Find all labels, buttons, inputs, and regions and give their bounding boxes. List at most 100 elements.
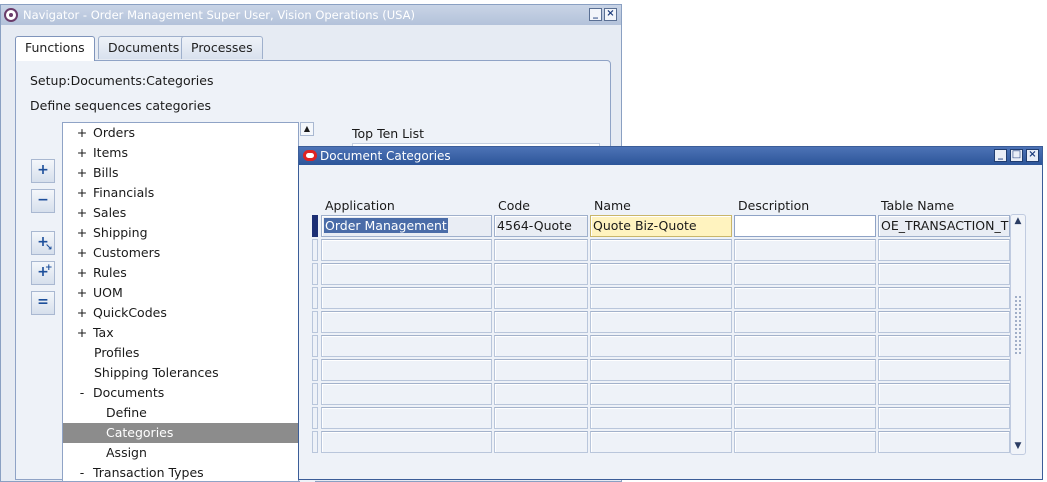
collapse-button[interactable]: − [31, 189, 55, 213]
tree-item-documents[interactable]: - Documents [63, 383, 298, 403]
description-field[interactable] [734, 239, 876, 261]
name-field[interactable] [590, 263, 732, 285]
record-indicator[interactable] [312, 383, 318, 405]
table-name-field[interactable] [878, 431, 1010, 453]
record-indicator[interactable] [312, 407, 318, 429]
code-field[interactable] [494, 407, 588, 429]
description-field[interactable] [734, 431, 876, 453]
grid-scrollbar[interactable]: ▲ ▼ [1010, 214, 1026, 455]
tree-item-uom[interactable]: + UOM [63, 283, 298, 303]
scroll-up-arrow-icon[interactable]: ▲ [1013, 216, 1023, 226]
application-field[interactable] [321, 263, 492, 285]
code-field[interactable] [494, 431, 588, 453]
application-field[interactable] [321, 335, 492, 357]
code-field[interactable] [494, 263, 588, 285]
table-name-field[interactable] [878, 383, 1010, 405]
record-indicator[interactable] [312, 335, 318, 357]
minimize-icon[interactable]: _ [994, 149, 1007, 162]
tree-item-rules[interactable]: + Rules [63, 263, 298, 283]
tree-item-profiles[interactable]: Profiles [63, 343, 298, 363]
expand-all-button[interactable]: + + [31, 261, 55, 285]
tree-item-orders[interactable]: + Orders [63, 123, 298, 143]
maximize-icon[interactable]: □ [1010, 149, 1023, 162]
description-field[interactable] [734, 359, 876, 381]
tree-item-financials[interactable]: + Financials [63, 183, 298, 203]
oracle-apps-logo-icon [4, 8, 18, 22]
application-field[interactable] [321, 383, 492, 405]
tree-item-quickcodes[interactable]: + QuickCodes [63, 303, 298, 323]
record-indicator[interactable] [312, 263, 318, 285]
close-icon[interactable]: × [1026, 149, 1039, 162]
tree-item-transaction-types[interactable]: - Transaction Types [63, 463, 298, 481]
record-indicator[interactable] [312, 239, 318, 261]
tree-item-customers[interactable]: + Customers [63, 243, 298, 263]
tree-item-assign[interactable]: Assign [63, 443, 298, 463]
scroll-up-arrow-icon[interactable]: ▲ [300, 122, 314, 136]
description-field[interactable] [734, 383, 876, 405]
application-field[interactable] [321, 287, 492, 309]
name-field[interactable] [590, 359, 732, 381]
name-field[interactable] [590, 311, 732, 333]
expand-branch-button[interactable]: + ↘ [31, 231, 55, 255]
record-indicator[interactable] [312, 431, 318, 453]
table-name-field[interactable] [878, 263, 1010, 285]
tab-functions[interactable]: Functions [15, 36, 95, 61]
application-field[interactable] [321, 431, 492, 453]
scroll-down-arrow-icon[interactable]: ▼ [1013, 441, 1023, 451]
description-field[interactable] [734, 215, 876, 237]
name-field[interactable] [590, 431, 732, 453]
tree-item-define[interactable]: Define [63, 403, 298, 423]
description-field[interactable] [734, 335, 876, 357]
description-field[interactable] [734, 311, 876, 333]
description-field[interactable] [734, 287, 876, 309]
name-field[interactable] [590, 335, 732, 357]
tree-item-bills[interactable]: + Bills [63, 163, 298, 183]
record-indicator[interactable] [312, 359, 318, 381]
name-field[interactable] [590, 239, 732, 261]
navigator-title-bar[interactable]: Navigator - Order Management Super User,… [1, 5, 621, 25]
name-field[interactable]: Quote Biz-Quote [590, 215, 732, 237]
tree-item-tax[interactable]: + Tax [63, 323, 298, 343]
document-categories-title-bar[interactable]: Document Categories _ □ × [299, 147, 1042, 165]
application-field[interactable] [321, 311, 492, 333]
table-name-field[interactable]: OE_TRANSACTION_T [878, 215, 1010, 237]
description-field[interactable] [734, 407, 876, 429]
table-name-field[interactable] [878, 359, 1010, 381]
code-field[interactable] [494, 359, 588, 381]
code-field[interactable] [494, 239, 588, 261]
code-field[interactable]: 4564-Quote [494, 215, 588, 237]
table-name-field[interactable] [878, 239, 1010, 261]
code-field[interactable] [494, 335, 588, 357]
tree-item-sales[interactable]: + Sales [63, 203, 298, 223]
tree-item-shipping-tolerances[interactable]: Shipping Tolerances [63, 363, 298, 383]
close-icon[interactable]: × [604, 8, 617, 21]
application-field[interactable] [321, 407, 492, 429]
application-field[interactable] [321, 239, 492, 261]
code-field[interactable] [494, 383, 588, 405]
tree-item-categories[interactable]: Categories [63, 423, 298, 443]
record-indicator[interactable] [312, 287, 318, 309]
name-field[interactable] [590, 383, 732, 405]
table-name-field[interactable] [878, 287, 1010, 309]
scrollbar-grip[interactable] [1014, 295, 1022, 355]
record-indicator[interactable] [312, 215, 318, 237]
minimize-icon[interactable]: _ [589, 8, 602, 21]
record-indicator[interactable] [312, 311, 318, 333]
name-field[interactable] [590, 287, 732, 309]
code-field[interactable] [494, 287, 588, 309]
application-field[interactable] [321, 359, 492, 381]
name-field[interactable] [590, 407, 732, 429]
description-field[interactable] [734, 263, 876, 285]
table-name-field[interactable] [878, 311, 1010, 333]
application-field[interactable]: Order Management [321, 215, 492, 237]
tab-processes[interactable]: Processes [181, 36, 263, 59]
table-name-field[interactable] [878, 335, 1010, 357]
code-field[interactable] [494, 311, 588, 333]
table-name-field[interactable] [878, 407, 1010, 429]
tab-documents[interactable]: Documents [98, 36, 190, 59]
column-header-table-name: Table Name [881, 198, 955, 213]
tree-item-shipping[interactable]: + Shipping [63, 223, 298, 243]
collapse-all-button[interactable]: = [31, 291, 55, 315]
expand-button[interactable]: + [31, 159, 55, 183]
tree-item-items[interactable]: + Items [63, 143, 298, 163]
